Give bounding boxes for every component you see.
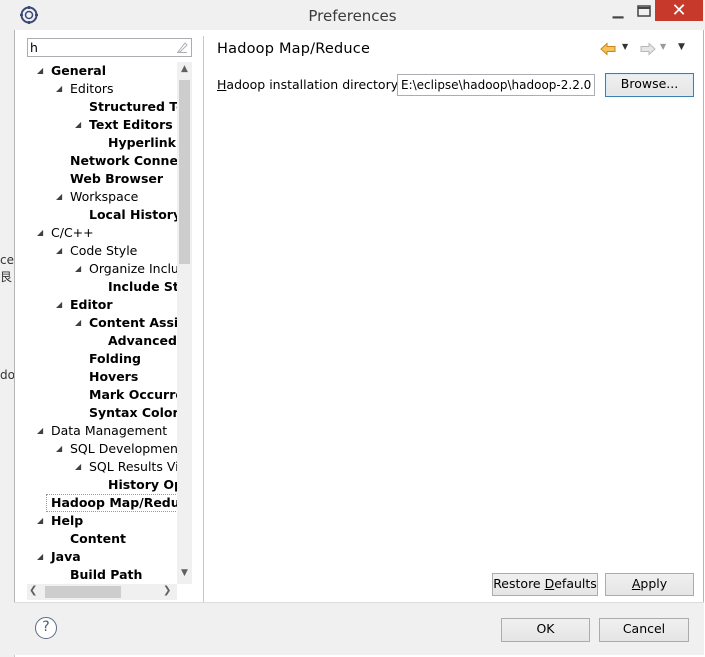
forward-arrow-icon[interactable] xyxy=(640,42,656,56)
view-menu-icon[interactable]: ▼ xyxy=(678,42,685,52)
tree-expand-icon[interactable]: ◢ xyxy=(75,116,81,134)
tree-item[interactable]: SQL Development xyxy=(70,440,179,458)
tree-item[interactable]: Syntax Coloring xyxy=(89,404,179,422)
tree-item[interactable]: SQL Results View xyxy=(89,458,179,476)
scroll-down-icon[interactable]: ▼ xyxy=(177,568,192,582)
tree-expand-icon[interactable]: ◢ xyxy=(37,512,43,530)
close-button[interactable]: ✕ xyxy=(655,0,703,21)
tree-item[interactable]: Workspace xyxy=(70,188,138,206)
hadoop-install-dir-field[interactable]: E:\eclipse\hadoop\hadoop-2.2.0 xyxy=(397,74,595,96)
tree-expand-icon[interactable]: ◢ xyxy=(75,458,81,476)
background-text: 艮 xyxy=(0,270,13,284)
help-icon[interactable]: ? xyxy=(35,617,57,639)
tree-item[interactable]: Advanced xyxy=(108,332,177,350)
scroll-left-icon[interactable]: ❮ xyxy=(29,585,41,599)
tree-expand-icon[interactable]: ◢ xyxy=(37,224,43,242)
button-text: pply xyxy=(640,576,668,591)
tree-item[interactable]: Structured Text xyxy=(89,98,179,116)
tree-item[interactable]: Network Connections xyxy=(70,152,179,170)
tree-item[interactable]: Java xyxy=(51,548,81,566)
pane-divider[interactable] xyxy=(203,36,204,602)
tree-item[interactable]: Hyperlinking xyxy=(108,134,179,152)
tree-item[interactable]: Editors xyxy=(70,80,114,98)
mnemonic-letter: H xyxy=(217,77,227,92)
maximize-icon xyxy=(637,5,651,17)
filter-input[interactable] xyxy=(27,38,192,57)
tree-item[interactable]: Help xyxy=(51,512,83,530)
tree-item[interactable]: Code Style xyxy=(70,242,137,260)
tree-item[interactable]: Organize Includes xyxy=(89,260,179,278)
tree-expand-icon[interactable]: ◢ xyxy=(56,188,62,206)
scroll-right-icon[interactable]: ❯ xyxy=(163,585,175,599)
browse-button[interactable]: Browse... xyxy=(605,73,694,97)
tree-item[interactable]: Folding xyxy=(89,350,141,368)
tree-item[interactable]: Text Editors xyxy=(89,116,173,134)
tree-expand-icon[interactable]: ◢ xyxy=(56,80,62,98)
tree-item[interactable]: Hovers xyxy=(89,368,138,386)
tree-item[interactable]: Editor xyxy=(70,296,113,314)
tree-expand-icon[interactable]: ◢ xyxy=(56,440,62,458)
hadoop-install-dir-label: Hadoop installation directory: xyxy=(217,77,401,92)
tree-item[interactable]: Local History xyxy=(89,206,179,224)
tree-expand-icon[interactable]: ◢ xyxy=(75,314,81,332)
cancel-button[interactable]: Cancel xyxy=(599,618,689,642)
tree-item[interactable]: Mark Occurrences xyxy=(89,386,179,404)
button-text: efaults xyxy=(554,576,597,591)
preferences-tree[interactable]: ◢General◢EditorsStructured Text◢Text Edi… xyxy=(27,62,179,584)
back-arrow-icon[interactable] xyxy=(600,42,616,56)
page-title: Hadoop Map/Reduce xyxy=(217,41,371,57)
tree-expand-icon[interactable]: ◢ xyxy=(37,62,43,80)
tree-expand-icon[interactable]: ◢ xyxy=(56,296,62,314)
button-text: Restore xyxy=(493,576,545,591)
tree-item[interactable]: Web Browser xyxy=(70,170,163,188)
background-text: do xyxy=(0,368,15,382)
tree-item[interactable]: Data Management xyxy=(51,422,167,440)
tree-expand-icon[interactable]: ◢ xyxy=(56,242,62,260)
scroll-up-icon[interactable]: ▲ xyxy=(177,64,192,78)
vertical-scroll-thumb[interactable] xyxy=(179,80,190,264)
tree-item[interactable]: History Options xyxy=(108,476,179,494)
back-history-dropdown-icon[interactable]: ▼ xyxy=(622,42,628,51)
maximize-button[interactable] xyxy=(631,2,657,22)
window-title: Preferences xyxy=(308,7,397,25)
horizontal-scroll-thumb[interactable] xyxy=(45,586,121,598)
tree-item[interactable]: C/C++ xyxy=(51,224,94,242)
background-window: ce 艮 do xyxy=(0,0,15,657)
background-text: ce xyxy=(0,253,14,267)
mnemonic-letter: D xyxy=(544,576,555,591)
tree-item[interactable]: Build Path xyxy=(70,566,142,584)
minimize-button[interactable]: ▁ xyxy=(605,3,631,23)
tree-item[interactable]: Content Assist xyxy=(89,314,179,332)
apply-button[interactable]: Apply xyxy=(605,573,694,596)
tree-item[interactable]: Hadoop Map/Reduce xyxy=(51,494,179,512)
tree-item[interactable]: General xyxy=(51,62,106,80)
forward-history-dropdown-icon[interactable]: ▼ xyxy=(660,42,666,51)
tree-item[interactable]: Content xyxy=(70,530,126,548)
tree-item[interactable]: Include Style xyxy=(108,278,179,296)
tree-expand-icon[interactable]: ◢ xyxy=(37,548,43,566)
filter-input-value: h xyxy=(30,40,38,55)
clear-filter-icon[interactable] xyxy=(176,41,188,53)
tree-expand-icon[interactable]: ◢ xyxy=(75,260,81,278)
restore-defaults-button[interactable]: Restore Defaults xyxy=(492,573,598,596)
ok-button[interactable]: OK xyxy=(501,618,590,642)
tree-expand-icon[interactable]: ◢ xyxy=(37,422,43,440)
label-text: adoop installation directory: xyxy=(226,77,402,92)
